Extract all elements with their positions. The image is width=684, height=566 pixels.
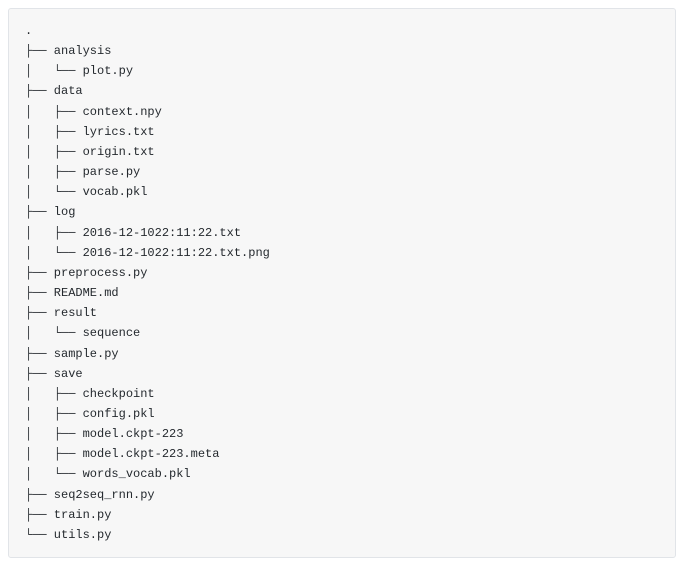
tree-line: │ └── words_vocab.pkl [25, 464, 659, 484]
tree-line: ├── save [25, 364, 659, 384]
tree-line: ├── preprocess.py [25, 263, 659, 283]
tree-line: │ ├── lyrics.txt [25, 122, 659, 142]
tree-line: ├── train.py [25, 505, 659, 525]
directory-tree-block: .├── analysis│ └── plot.py├── data│ ├── … [8, 8, 676, 558]
tree-line: │ └── vocab.pkl [25, 182, 659, 202]
tree-line: │ ├── model.ckpt-223 [25, 424, 659, 444]
tree-line: ├── log [25, 202, 659, 222]
tree-line: ├── result [25, 303, 659, 323]
tree-line: │ └── 2016-12-1022:11:22.txt.png [25, 243, 659, 263]
tree-line: ├── analysis [25, 41, 659, 61]
tree-line: └── utils.py [25, 525, 659, 545]
tree-line: │ ├── context.npy [25, 102, 659, 122]
tree-line: . [25, 21, 659, 41]
tree-line: │ ├── parse.py [25, 162, 659, 182]
tree-line: │ ├── checkpoint [25, 384, 659, 404]
tree-line: │ ├── 2016-12-1022:11:22.txt [25, 223, 659, 243]
tree-line: ├── data [25, 81, 659, 101]
tree-line: │ └── plot.py [25, 61, 659, 81]
tree-line: ├── sample.py [25, 344, 659, 364]
tree-line: ├── README.md [25, 283, 659, 303]
tree-line: ├── seq2seq_rnn.py [25, 485, 659, 505]
tree-line: │ ├── model.ckpt-223.meta [25, 444, 659, 464]
tree-line: │ ├── config.pkl [25, 404, 659, 424]
tree-line: │ └── sequence [25, 323, 659, 343]
tree-line: │ ├── origin.txt [25, 142, 659, 162]
